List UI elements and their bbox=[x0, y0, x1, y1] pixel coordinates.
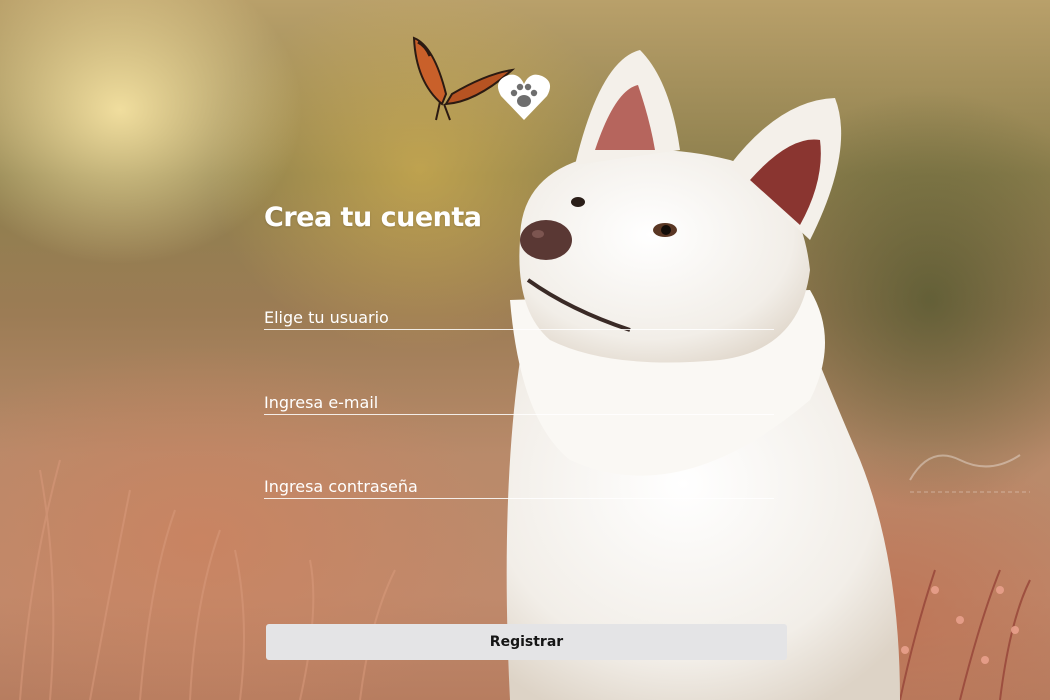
photographer-watermark bbox=[909, 454, 1030, 493]
register-button[interactable]: Registrar bbox=[266, 624, 787, 660]
signup-page: Crea tu cuenta Registrar bbox=[0, 0, 1050, 700]
form-title: Crea tu cuenta bbox=[264, 202, 482, 233]
password-input[interactable] bbox=[264, 474, 774, 499]
email-input[interactable] bbox=[264, 390, 774, 415]
username-input[interactable] bbox=[264, 305, 774, 330]
dog-photo bbox=[506, 50, 900, 700]
paw-heart-icon bbox=[497, 74, 551, 120]
